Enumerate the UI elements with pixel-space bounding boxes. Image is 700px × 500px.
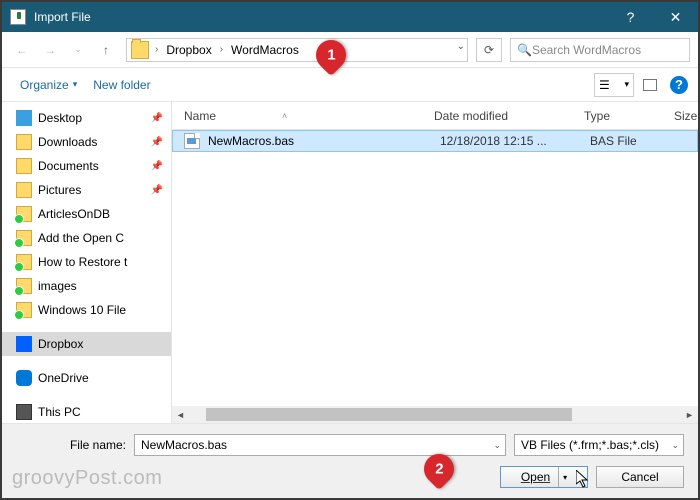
sort-asc-icon: ˄ [282, 111, 287, 121]
col-name[interactable]: Name˄ [172, 109, 422, 123]
folder-sync-icon [16, 254, 32, 270]
folder-sync-icon [16, 206, 32, 222]
folder-icon [16, 158, 32, 174]
pin-icon: 📌 [151, 161, 165, 172]
tree-pictures[interactable]: Pictures📌 [2, 178, 171, 202]
cancel-button[interactable]: Cancel [596, 466, 684, 488]
folder-icon [16, 134, 32, 150]
tree-documents[interactable]: Documents📌 [2, 154, 171, 178]
tree-thispc[interactable]: This PC [2, 400, 171, 423]
folder-sync-icon [16, 278, 32, 294]
close-button[interactable]: ✕ [653, 2, 698, 32]
organize-menu[interactable]: Organize ▾ [12, 74, 85, 96]
search-input[interactable]: 🔍 Search WordMacros [510, 38, 690, 62]
folder-icon [131, 41, 149, 59]
dropbox-icon [16, 336, 32, 352]
scroll-thumb[interactable] [206, 408, 572, 421]
filename-label: File name: [16, 438, 126, 452]
app-icon [10, 9, 26, 25]
file-row-newmacros[interactable]: NewMacros.bas 12/18/2018 12:15 ... BAS F… [172, 130, 698, 152]
forward-button[interactable]: → [38, 38, 62, 62]
onedrive-icon [16, 370, 32, 386]
scroll-right-icon[interactable]: ► [681, 406, 698, 423]
help-icon[interactable]: ? [670, 76, 688, 94]
filename-input[interactable]: NewMacros.bas ⌄ [134, 434, 506, 456]
file-type: BAS File [590, 134, 680, 148]
thispc-icon [16, 404, 32, 420]
recent-dropdown[interactable]: ⌄ [66, 38, 90, 62]
file-date: 12/18/2018 12:15 ... [440, 134, 590, 148]
chevron-down-icon: ▾ [73, 79, 78, 90]
view-mode-button[interactable]: ☰ ▾ [594, 73, 634, 97]
back-button[interactable]: ← [10, 38, 34, 62]
refresh-button[interactable]: ⟳ [476, 38, 502, 62]
bas-file-icon [184, 133, 200, 149]
col-date[interactable]: Date modified [422, 109, 572, 123]
footer: File name: NewMacros.bas ⌄ VB Files (*.f… [2, 423, 698, 498]
column-header: Name˄ Date modified Type Size [172, 102, 698, 130]
tree-downloads[interactable]: Downloads📌 [2, 130, 171, 154]
tree-onedrive[interactable]: OneDrive [2, 366, 171, 390]
tree-articlesondb[interactable]: ArticlesOnDB [2, 202, 171, 226]
breadcrumb-seg-dropbox[interactable]: Dropbox [162, 43, 215, 57]
tree-dropbox[interactable]: Dropbox [2, 332, 171, 356]
horizontal-scrollbar[interactable]: ◄ ► [172, 406, 698, 423]
open-button[interactable]: Open ▾ [500, 466, 588, 488]
chevron-down-icon: ▾ [624, 79, 629, 90]
nav-row: ← → ⌄ ↑ › Dropbox › WordMacros ⌄ ⟳ 🔍 Sea… [2, 32, 698, 68]
help-button[interactable]: ? [608, 2, 653, 32]
col-type[interactable]: Type [572, 109, 662, 123]
chevron-down-icon: ▾ [563, 473, 567, 482]
folder-sync-icon [16, 230, 32, 246]
up-button[interactable]: ↑ [94, 38, 118, 62]
tree-how-restore[interactable]: How to Restore t [2, 250, 171, 274]
title-bar: Import File ? ✕ [2, 2, 698, 32]
tree-win10[interactable]: Windows 10 File [2, 298, 171, 322]
pin-icon: 📌 [151, 137, 165, 148]
import-file-dialog: Import File ? ✕ ← → ⌄ ↑ › Dropbox › Word… [2, 2, 698, 498]
list-icon: ☰ [599, 78, 610, 92]
tree-add-open[interactable]: Add the Open C [2, 226, 171, 250]
chevron-right-icon: › [151, 44, 162, 55]
toolbar: Organize ▾ New folder ☰ ▾ ? [2, 68, 698, 102]
col-size[interactable]: Size [662, 109, 700, 123]
file-list-pane: Name˄ Date modified Type Size NewMacros.… [172, 102, 698, 423]
breadcrumb-seg-wordmacros[interactable]: WordMacros [227, 43, 303, 57]
pin-icon: 📌 [151, 113, 165, 124]
window-title: Import File [34, 10, 608, 24]
new-folder-button[interactable]: New folder [85, 74, 158, 96]
breadcrumb-bar[interactable]: › Dropbox › WordMacros ⌄ [126, 38, 468, 62]
tree-images[interactable]: images [2, 274, 171, 298]
file-name: NewMacros.bas [208, 134, 440, 148]
file-list[interactable]: NewMacros.bas 12/18/2018 12:15 ... BAS F… [172, 130, 698, 406]
chevron-down-icon: ⌄ [671, 440, 679, 451]
chevron-down-icon: ⌄ [493, 440, 501, 451]
folder-icon [16, 182, 32, 198]
chevron-right-icon: › [216, 44, 227, 55]
tree-desktop[interactable]: Desktop📌 [2, 106, 171, 130]
folder-sync-icon [16, 302, 32, 318]
preview-pane-button[interactable] [636, 73, 664, 97]
scroll-left-icon[interactable]: ◄ [172, 406, 189, 423]
filetype-select[interactable]: VB Files (*.frm;*.bas;*.cls) ⌄ [514, 434, 684, 456]
search-placeholder: Search WordMacros [532, 43, 641, 57]
pin-icon: 📌 [151, 185, 165, 196]
breadcrumb-dropdown[interactable]: ⌄ [457, 41, 465, 52]
scroll-track[interactable] [206, 406, 664, 423]
desktop-icon [16, 110, 32, 126]
nav-tree[interactable]: Desktop📌 Downloads📌 Documents📌 Pictures📌… [2, 102, 172, 423]
search-icon: 🔍 [517, 43, 532, 57]
body: Desktop📌 Downloads📌 Documents📌 Pictures📌… [2, 102, 698, 423]
